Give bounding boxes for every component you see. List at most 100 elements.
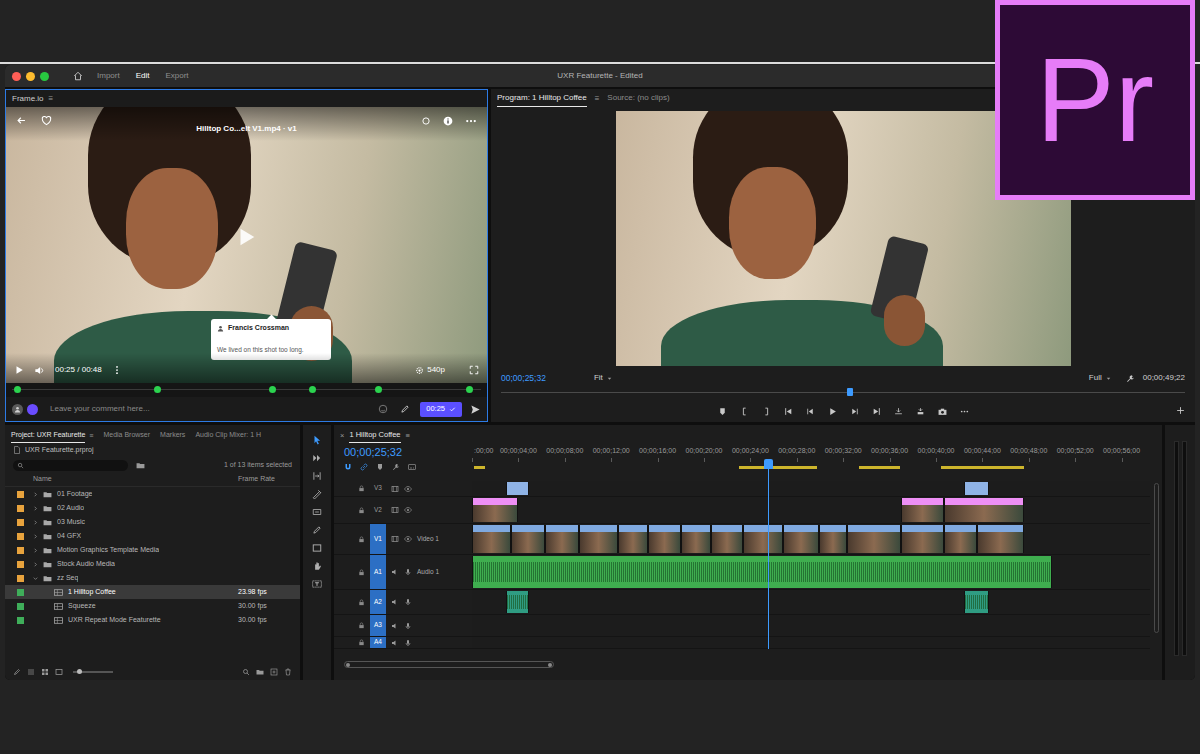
chevright-icon[interactable]: [32, 505, 39, 512]
source-patch[interactable]: A1: [370, 555, 386, 589]
film-icon[interactable]: [391, 535, 399, 543]
horizontal-scrollbar[interactable]: [344, 661, 554, 668]
clip[interactable]: [819, 525, 847, 553]
marker-icon[interactable]: [376, 463, 384, 471]
video-player[interactable]: Hilltop Co...elt V1.mp4 · v1Francis Cros…: [6, 107, 487, 383]
clip[interactable]: [964, 482, 990, 495]
close-tab-button[interactable]: ×: [340, 430, 344, 443]
quality-menu[interactable]: 540p: [415, 364, 445, 376]
play-icon[interactable]: [235, 226, 257, 248]
label-color[interactable]: [17, 589, 24, 596]
project-item[interactable]: zz Seq: [5, 571, 300, 585]
ripple-icon[interactable]: [312, 471, 322, 481]
source-patch[interactable]: V1: [370, 524, 386, 554]
newitem-icon[interactable]: [270, 668, 278, 676]
zoom-dropdown[interactable]: Fit: [594, 372, 613, 384]
label-color[interactable]: [17, 617, 24, 624]
close-button[interactable]: [12, 72, 21, 81]
comment-marker[interactable]: [309, 386, 316, 393]
speaker-icon[interactable]: [391, 622, 399, 630]
lock-icon[interactable]: [358, 569, 365, 576]
wrench-icon[interactable]: [392, 463, 400, 471]
zoom-slider[interactable]: [73, 671, 113, 673]
vertical-scrollbar[interactable]: [1150, 443, 1162, 649]
info-icon[interactable]: [443, 116, 453, 126]
eye-icon[interactable]: [404, 506, 412, 514]
insert-icon[interactable]: [894, 407, 903, 416]
project-item[interactable]: 1 Hilltop Coffee23.98 fps: [5, 585, 300, 599]
chevdown-icon[interactable]: [32, 575, 39, 582]
back-icon[interactable]: [16, 115, 27, 126]
mic-icon[interactable]: [404, 568, 412, 576]
window-controls[interactable]: [12, 72, 49, 81]
stepback-icon[interactable]: [806, 407, 815, 416]
clip[interactable]: [944, 498, 1024, 522]
more-icon[interactable]: [465, 115, 477, 127]
mic-icon[interactable]: [404, 598, 412, 606]
smile-icon[interactable]: [378, 404, 388, 414]
ring-icon[interactable]: [421, 116, 431, 126]
film-icon[interactable]: [391, 485, 399, 493]
chevright-icon[interactable]: [32, 491, 39, 498]
rect-icon[interactable]: [312, 543, 322, 553]
vmore-icon[interactable]: [112, 365, 122, 375]
link-icon[interactable]: [360, 463, 368, 471]
chevright-icon[interactable]: [32, 533, 39, 540]
wrench-icon[interactable]: [1126, 374, 1135, 383]
scrub-bar[interactable]: [501, 386, 1185, 400]
label-color[interactable]: [17, 519, 24, 526]
trackfwd-icon[interactable]: [312, 453, 322, 463]
comment-marker[interactable]: [154, 386, 161, 393]
clip[interactable]: [901, 525, 944, 553]
play-icon[interactable]: [828, 407, 837, 416]
frameio-panel[interactable]: Frame.io≡Hilltop Co...elt V1.mp4 · v1Fra…: [5, 89, 488, 422]
overwrite-icon[interactable]: [916, 407, 925, 416]
project-panel[interactable]: Project: UXR Featurette≡Media BrowserMar…: [5, 425, 300, 680]
eye-icon[interactable]: [404, 535, 412, 543]
timestamp-button[interactable]: 00:25: [420, 402, 462, 417]
comment-marker[interactable]: [14, 386, 21, 393]
comment-marker[interactable]: [269, 386, 276, 393]
label-color[interactable]: [17, 561, 24, 568]
folder-icon[interactable]: [136, 461, 145, 470]
plus-icon[interactable]: [1176, 406, 1185, 415]
folder-icon[interactable]: [256, 668, 264, 676]
project-item[interactable]: 01 Footage: [5, 487, 300, 501]
minimize-button[interactable]: [26, 72, 35, 81]
film-icon[interactable]: [391, 506, 399, 514]
clip[interactable]: [506, 482, 529, 495]
gear-icon[interactable]: [415, 366, 424, 375]
track-header[interactable]: A4: [334, 637, 472, 649]
grid-icon[interactable]: [41, 668, 49, 676]
chevright-icon[interactable]: [32, 547, 39, 554]
project-item[interactable]: UXR Repeat Mode Featurette30.00 fps: [5, 613, 300, 627]
clip[interactable]: [977, 525, 1025, 553]
pen-icon[interactable]: [400, 404, 410, 414]
camera-icon[interactable]: [938, 407, 947, 416]
project-item[interactable]: 02 Audio: [5, 501, 300, 515]
panel-tab[interactable]: Audio Clip Mixer: 1 H: [195, 430, 261, 444]
lock-icon[interactable]: [358, 485, 365, 492]
track-header[interactable]: A2: [334, 590, 472, 615]
clip[interactable]: [648, 525, 680, 553]
time-ruler[interactable]: :00;0000;00;04;0000;00;08;0000;00;12;000…: [472, 443, 1150, 481]
panel-tab[interactable]: Media Browser: [103, 430, 150, 444]
goin-icon[interactable]: [784, 407, 793, 416]
panel-title[interactable]: Frame.io: [12, 93, 44, 105]
search-field[interactable]: [13, 460, 128, 471]
timecode[interactable]: 00;00;25;32: [501, 372, 546, 385]
clip[interactable]: [472, 556, 1052, 588]
volume-icon[interactable]: [34, 365, 45, 376]
panel-menu[interactable]: ≡: [406, 430, 410, 443]
timeline-panel[interactable]: ×1 Hilltop Coffee≡00;00;25;32V3V2V1Video…: [334, 425, 1162, 680]
clip[interactable]: [545, 525, 579, 553]
panel-tab[interactable]: 1 Hilltop Coffee: [349, 429, 400, 443]
marker-bar[interactable]: [6, 383, 487, 397]
more-icon[interactable]: [960, 407, 969, 416]
lock-icon[interactable]: [358, 599, 365, 606]
source-patch[interactable]: V3: [370, 481, 386, 496]
nav-tab[interactable]: Import: [97, 70, 120, 82]
clip[interactable]: [472, 525, 511, 553]
search-icon[interactable]: [242, 668, 250, 676]
panel-tab[interactable]: Source: (no clips): [607, 92, 669, 107]
